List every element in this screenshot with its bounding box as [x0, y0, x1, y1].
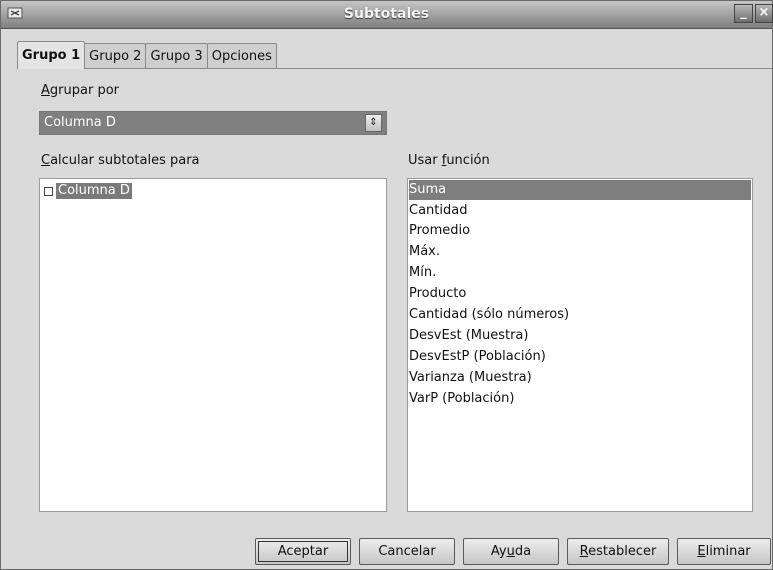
subtotals-label-text: alcular subtotales para — [50, 153, 200, 168]
function-item-desvestp[interactable]: DesvEstP (Población) — [409, 347, 751, 367]
tab-grupo-1[interactable]: Grupo 1 — [17, 41, 86, 69]
column-checkbox[interactable] — [44, 186, 53, 196]
tab-panel-border — [17, 68, 772, 69]
help-button-mnemonic: u — [506, 544, 515, 559]
reset-button-mnemonic: R — [579, 544, 589, 559]
tab-bar: Grupo 1 Grupo 2 Grupo 3 Opciones — [17, 41, 277, 69]
function-item-producto[interactable]: Producto — [409, 284, 751, 304]
function-item-cantidad[interactable]: Cantidad — [409, 201, 751, 221]
function-list[interactable]: Suma Cantidad Promedio Máx. Mín. Product… — [407, 178, 753, 512]
subtotals-for-label: Calcular subtotales para — [41, 153, 200, 168]
function-label-prefix: Usar — [408, 153, 442, 168]
delete-button-text: liminar — [705, 544, 751, 559]
delete-button[interactable]: Eliminar — [677, 538, 771, 565]
group-by-label-text: grupar por — [49, 83, 119, 98]
function-item-max[interactable]: Máx. — [409, 242, 751, 262]
tab-opciones[interactable]: Opciones — [206, 43, 277, 69]
minimize-button[interactable]: _ — [734, 4, 753, 23]
subtotals-label-mnemonic: C — [41, 153, 51, 168]
delete-button-mnemonic: E — [697, 544, 706, 559]
window-title: Subtotales — [343, 6, 430, 22]
function-item-min[interactable]: Mín. — [409, 263, 751, 283]
tab-grupo-2[interactable]: Grupo 2 — [84, 43, 147, 69]
tab-grupo-3[interactable]: Grupo 3 — [145, 43, 208, 69]
use-function-label: Usar función — [408, 153, 490, 168]
group-by-label: Agrupar por — [41, 83, 119, 98]
function-item-varp[interactable]: VarP (Población) — [409, 389, 751, 409]
help-button-text-pre: Ay — [490, 544, 507, 559]
column-checkbox-label[interactable]: Columna D — [56, 183, 132, 199]
help-button[interactable]: Ayuda — [463, 538, 559, 565]
reset-button-text: establecer — [588, 544, 657, 559]
title-bar[interactable]: Subtotales _ × — [1, 1, 773, 29]
function-item-desvest[interactable]: DesvEst (Muestra) — [409, 326, 751, 346]
function-item-promedio[interactable]: Promedio — [409, 221, 751, 241]
help-button-text-post: da — [514, 544, 532, 559]
subtotals-dialog: Subtotales _ × Grupo 1 Grupo 2 Grupo 3 O… — [0, 0, 773, 570]
cancel-button[interactable]: Cancelar — [359, 538, 455, 565]
spin-arrows-icon[interactable]: ⇕ — [365, 114, 382, 132]
close-button[interactable]: × — [755, 4, 773, 23]
reset-button[interactable]: Restablecer — [567, 538, 669, 565]
function-label-text: unción — [446, 153, 490, 168]
function-item-suma[interactable]: Suma — [409, 180, 751, 200]
function-item-cantidad-numeros[interactable]: Cantidad (sólo números) — [409, 305, 751, 325]
column-checkbox-row[interactable]: Columna D — [44, 183, 132, 199]
subtotal-columns-list[interactable]: Columna D — [39, 178, 387, 512]
group-by-label-mnemonic: A — [41, 83, 50, 98]
function-item-varianza[interactable]: Varianza (Muestra) — [409, 368, 751, 388]
group-by-select[interactable]: Columna D ⇕ — [39, 111, 387, 135]
ok-button[interactable]: Aceptar — [255, 538, 351, 565]
group-by-value: Columna D — [44, 115, 116, 130]
